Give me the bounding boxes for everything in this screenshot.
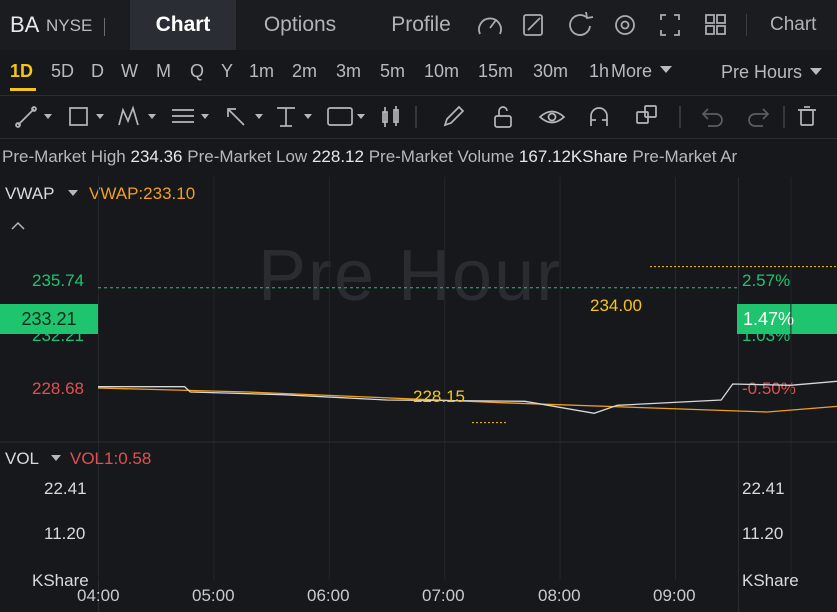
x-tick-0500: 05:00	[192, 586, 235, 605]
volume-caret	[51, 455, 61, 461]
x-tick-0600: 06:00	[307, 586, 350, 605]
session-low-marker: 228.15	[413, 387, 465, 406]
x-tick-0800: 08:00	[538, 586, 581, 605]
x-tick-0400: 04:00	[77, 586, 120, 605]
vol-right-tick-mid: 11.20	[742, 524, 784, 543]
vol-left-tick-mid: 11.20	[44, 524, 86, 543]
price-series-line	[98, 380, 837, 414]
vol-dropdown-icon	[51, 455, 61, 461]
x-tick-0900: 09:00	[653, 586, 696, 605]
x-tick-0700: 07:00	[422, 586, 465, 605]
price-chart[interactable]	[0, 0, 837, 612]
volume-value: VOL1:0.58	[70, 449, 152, 468]
session-high-marker: 234.00	[590, 296, 642, 315]
vol-left-tick-high: 22.41	[44, 479, 87, 498]
vol-right-tick-high: 22.41	[742, 479, 785, 498]
vol-right-unit: KShare	[742, 571, 799, 590]
